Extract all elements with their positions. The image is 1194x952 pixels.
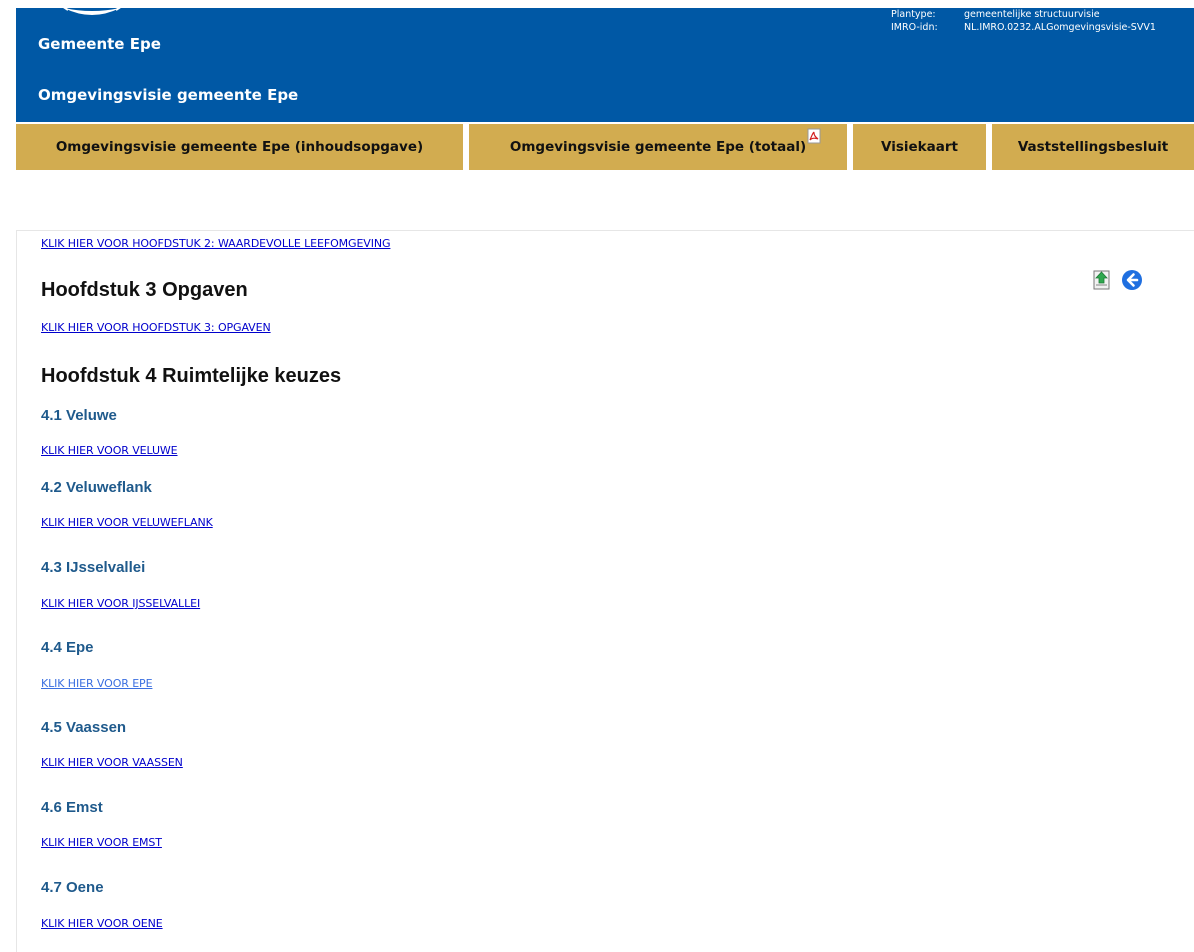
- document-up-icon[interactable]: [1091, 269, 1113, 291]
- section-heading: 4.7 Oene: [41, 879, 104, 896]
- content-area: KLIK HIER VOOR HOOFDSTUK 2: WAARDEVOLLE …: [16, 230, 1194, 952]
- main-nav: Omgevingsvisie gemeente Epe (inhoudsopga…: [16, 124, 1194, 170]
- tab-vaststellingsbesluit[interactable]: Vaststellingsbesluit: [992, 124, 1194, 170]
- section-heading: 4.4 Epe: [41, 639, 94, 656]
- chapter-3-heading: Hoofdstuk 3 Opgaven: [41, 279, 248, 301]
- meta-key: IMRO-idn:: [891, 22, 938, 33]
- tab-label: Omgevingsvisie gemeente Epe (totaal): [509, 139, 807, 155]
- section-heading: 4.5 Vaassen: [41, 719, 127, 736]
- meta-key: Plantype:: [891, 9, 936, 20]
- section-link-emst[interactable]: KLIK HIER VOOR EMST: [41, 836, 162, 849]
- tab-inhoudsopgave[interactable]: Omgevingsvisie gemeente Epe (inhoudsopga…: [16, 124, 463, 170]
- tab-visiekaart[interactable]: Visiekaart: [853, 124, 986, 170]
- tab-label: Omgevingsvisie gemeente Epe (inhoudsopga…: [55, 139, 424, 155]
- municipality-logo-icon: [62, 6, 122, 15]
- tab-totaal-pdf[interactable]: Omgevingsvisie gemeente Epe (totaal): [469, 124, 847, 170]
- meta-imro: IMRO-idn: NL.IMRO.0232.ALGomgevingsvisie…: [891, 21, 1156, 34]
- header-bar: Gemeente Epe Omgevingsvisie gemeente Epe…: [16, 6, 1194, 122]
- section-link-ijsselvallei[interactable]: KLIK HIER VOOR IJSSELVALLEI: [41, 597, 200, 610]
- plan-title: Omgevingsvisie gemeente Epe: [38, 86, 299, 104]
- section-heading: 4.1 Veluwe: [41, 407, 117, 424]
- section-heading: 4.2 Veluweflank: [41, 479, 152, 496]
- section-heading: 4.3 IJsselvallei: [41, 559, 146, 576]
- section-link-veluwe[interactable]: KLIK HIER VOOR VELUWE: [41, 444, 178, 457]
- meta-value: gemeentelijke structuurvisie: [964, 9, 1100, 20]
- section-heading: 4.6 Emst: [41, 799, 103, 816]
- meta-value: NL.IMRO.0232.ALGomgevingsvisie-SVV1: [964, 22, 1156, 33]
- section-link-vaassen[interactable]: KLIK HIER VOOR VAASSEN: [41, 756, 183, 769]
- link-hoofdstuk-3[interactable]: KLIK HIER VOOR HOOFDSTUK 3: OPGAVEN: [41, 321, 271, 334]
- section-link-epe[interactable]: KLIK HIER VOOR EPE: [41, 677, 153, 690]
- pdf-icon: [807, 128, 821, 144]
- tab-label: Visiekaart: [881, 139, 958, 155]
- chapter-4-heading: Hoofdstuk 4 Ruimtelijke keuzes: [41, 365, 342, 387]
- section-link-oene[interactable]: KLIK HIER VOOR OENE: [41, 917, 163, 930]
- meta-plantype: Plantype: gemeentelijke structuurvisie: [891, 8, 1156, 21]
- municipality-name[interactable]: Gemeente Epe: [38, 35, 161, 53]
- back-arrow-icon[interactable]: [1121, 269, 1143, 291]
- link-hoofdstuk-2[interactable]: KLIK HIER VOOR HOOFDSTUK 2: WAARDEVOLLE …: [41, 237, 391, 250]
- section-link-veluweflank[interactable]: KLIK HIER VOOR VELUWEFLANK: [41, 516, 213, 529]
- plan-meta: Plantype: gemeentelijke structuurvisie I…: [891, 8, 1156, 34]
- tab-label: Vaststellingsbesluit: [1017, 139, 1169, 155]
